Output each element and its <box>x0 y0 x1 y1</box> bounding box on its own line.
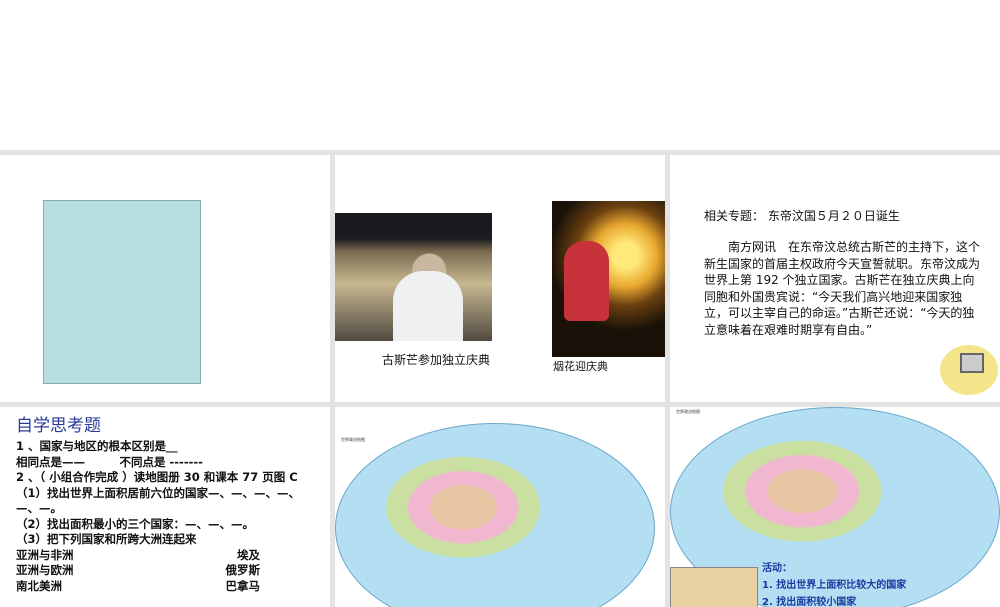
map-title: 世界政治地图 <box>676 409 700 414</box>
photo-caption-2: 烟花迎庆典 <box>553 360 608 373</box>
match-row: 亚洲与非洲 埃及 <box>16 547 260 562</box>
map-inset <box>670 567 758 607</box>
question-line: 相同点是—— 不同点是 ------- <box>16 454 203 469</box>
gusmao-celebration-photo <box>335 213 492 341</box>
slide-thumbnail-4[interactable]: 自学思考题 1 、国家与地区的根本区别是__ 相同点是—— 不同点是 -----… <box>0 407 330 607</box>
slide-thumbnail-1[interactable] <box>0 155 330 402</box>
map-title: 世界政治地图 <box>341 437 365 442</box>
photo-caption-1: 古斯芒参加独立庆典 <box>382 353 491 367</box>
activity-title: 活动： <box>762 563 792 574</box>
question-line: 1 、国家与地区的根本区别是__ <box>16 439 178 453</box>
question-line: （3）把下列国家和所跨大洲连起来 <box>16 532 197 546</box>
news-body-text: 南方网讯 在东帝汶总统古斯芒的主持下，这个新生国家的首届主权政府今天宣誓就职。东… <box>704 240 981 337</box>
cyan-rectangle-shape <box>43 200 201 384</box>
fireworks-photo <box>552 201 665 357</box>
slide-thumbnail-3[interactable]: 相关专题： 东帝汶国５月２０日诞生 南方网讯 在东帝汶总统古斯芒的主持下，这个新… <box>670 155 1000 402</box>
slide-thumbnail-5[interactable]: 世界政治地图 <box>335 407 665 607</box>
question-line: （2）找出面积最小的三个国家：—、—、—。 <box>16 516 254 531</box>
slide-thumbnail-2[interactable]: 古斯芒参加独立庆典 烟花迎庆典 <box>335 155 665 402</box>
computer-clipart-icon <box>940 345 998 395</box>
slide-title: 自学思考题 <box>16 416 101 436</box>
match-row: 南北美洲 巴拿马 <box>16 578 260 593</box>
question-line: 2 、（ 小组合作完成 ）读地图册 30 和课本 77 页图 C <box>16 470 298 484</box>
slide-heading: 相关专题： 东帝汶国５月２０日诞生 <box>704 209 900 223</box>
slide-thumbnail-6[interactable]: 世界政治地图 活动： 1. 找出世界上面积比较大的国家 2. 找出面积较小国家 <box>670 407 1000 607</box>
activity-item: 2. 找出面积较小国家 <box>762 597 857 607</box>
previous-row-area <box>0 0 1000 150</box>
question-text: 1 、国家与地区的根本区别是__ 相同点是—— 不同点是 ------- 2 、… <box>16 439 316 594</box>
world-political-map <box>335 423 655 607</box>
activity-item: 1. 找出世界上面积比较大的国家 <box>762 580 907 591</box>
question-line: （1）找出世界上面积居前六位的国家—、—、—、—、—、—。 <box>16 485 300 516</box>
match-row: 亚洲与欧洲 俄罗斯 <box>16 563 260 577</box>
